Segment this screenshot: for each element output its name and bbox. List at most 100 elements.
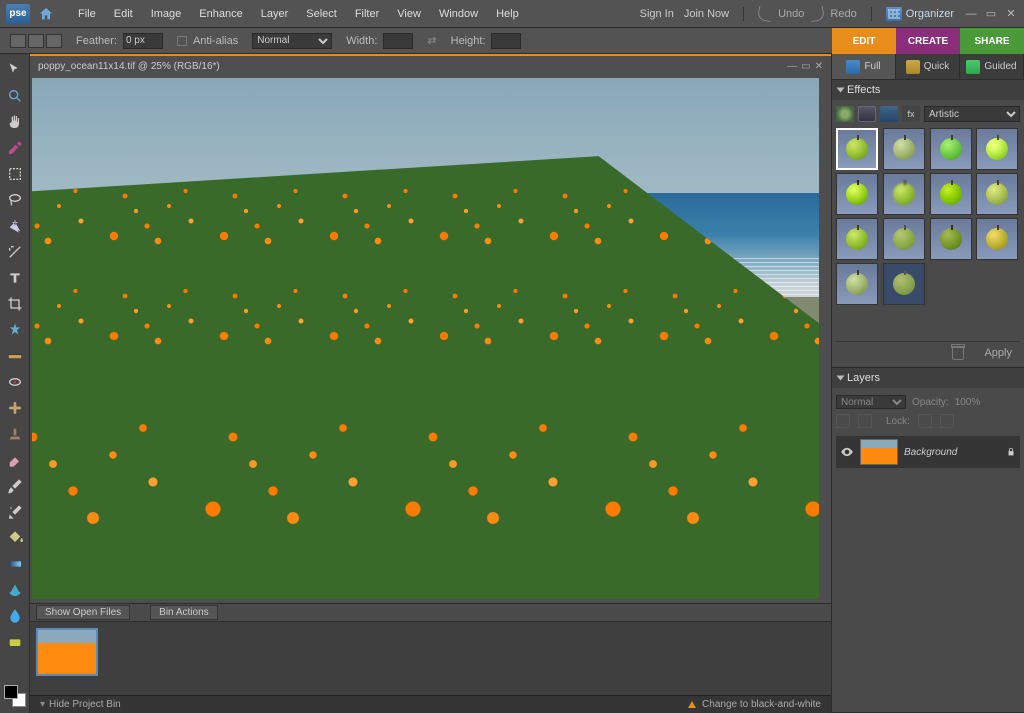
lock-transparency-icon[interactable] [918,414,932,428]
home-icon[interactable] [36,4,56,24]
lasso-tool-icon[interactable] [5,190,25,210]
healing-brush-tool-icon[interactable] [5,398,25,418]
move-tool-icon[interactable] [5,60,25,80]
canvas[interactable] [32,78,819,599]
shape-tool-icon[interactable] [5,580,25,600]
effect-thumb[interactable] [976,218,1018,260]
swap-dims-icon[interactable]: ⇄ [427,34,436,47]
menu-filter[interactable]: Filter [347,4,387,24]
hide-project-bin[interactable]: Hide Project Bin [49,699,121,710]
effect-thumb[interactable] [883,173,925,215]
effect-thumb[interactable] [883,218,925,260]
eraser-tool-icon[interactable] [5,450,25,470]
layer-name[interactable]: Background [904,447,1000,458]
eyedropper-tool-icon[interactable] [5,138,25,158]
bin-thumbnail[interactable] [36,628,98,676]
opacity-value[interactable]: 100% [955,397,981,408]
clone-stamp-tool-icon[interactable] [5,424,25,444]
menu-file[interactable]: File [70,4,104,24]
layer-thumbnail[interactable] [860,439,898,465]
crop-tool-icon[interactable] [5,294,25,314]
layers-panel-header[interactable]: Layers [832,368,1024,388]
doc-minimize-icon[interactable]: — [787,61,797,72]
mode-create-tab[interactable]: CREATE [896,28,960,54]
cookie-cutter-tool-icon[interactable] [5,320,25,340]
smart-brush-tool-icon[interactable] [5,502,25,522]
straighten-tool-icon[interactable] [5,346,25,366]
sign-in-link[interactable]: Sign In [640,8,674,20]
effect-thumb[interactable] [883,128,925,170]
redo-label[interactable]: Redo [830,8,856,20]
effects-category-select[interactable]: Artistic [924,106,1020,122]
redeye-tool-icon[interactable] [5,372,25,392]
view-tab-quick[interactable]: Quick [896,54,960,79]
blend-mode-select[interactable]: Normal [836,395,906,409]
zoom-tool-icon[interactable] [5,86,25,106]
marquee-tool-icon[interactable] [5,164,25,184]
doc-restore-icon[interactable]: ▭ [801,61,810,72]
close-button[interactable]: ✕ [1004,7,1018,21]
selection-mode-icons[interactable] [10,34,62,48]
effect-thumb[interactable] [836,263,878,305]
menu-enhance[interactable]: Enhance [191,4,250,24]
effect-thumb[interactable] [976,173,1018,215]
mode-share-tab[interactable]: SHARE [960,28,1024,54]
doc-close-icon[interactable]: ✕ [815,61,823,72]
menu-image[interactable]: Image [143,4,190,24]
menu-edit[interactable]: Edit [106,4,141,24]
menu-select[interactable]: Select [298,4,345,24]
lock-all-icon[interactable] [940,414,954,428]
paint-bucket-tool-icon[interactable] [5,528,25,548]
apply-button[interactable]: Apply [984,347,1012,359]
organizer-button[interactable]: Organizer [886,7,954,21]
fx-filters-icon[interactable] [836,106,854,122]
antialias-checkbox[interactable] [177,36,187,46]
quick-selection-tool-icon[interactable] [5,242,25,262]
brush-tool-icon[interactable] [5,476,25,496]
mode-edit-tab[interactable]: EDIT [832,28,896,54]
view-tab-full[interactable]: Full [832,54,896,79]
fx-all-icon[interactable]: fx [902,106,920,122]
effect-thumb[interactable] [930,173,972,215]
hand-tool-icon[interactable] [5,112,25,132]
height-input[interactable] [491,33,521,49]
effect-thumb[interactable] [930,128,972,170]
type-tool-icon[interactable] [5,268,25,288]
selection-mode-select[interactable]: Normal [252,33,332,49]
effect-thumb[interactable] [976,128,1018,170]
join-now-link[interactable]: Join Now [684,8,729,20]
sponge-tool-icon[interactable] [5,632,25,652]
effect-thumb[interactable] [930,218,972,260]
visibility-icon[interactable] [840,445,854,459]
layer-item[interactable]: Background [836,436,1020,468]
new-layer-icon[interactable] [836,414,850,428]
restore-button[interactable]: ▭ [984,7,998,21]
app-logo[interactable]: pse [6,4,30,24]
menu-window[interactable]: Window [431,4,486,24]
foreground-color-swatch[interactable] [4,685,18,699]
magic-wand-tool-icon[interactable] [5,216,25,236]
bin-actions-button[interactable]: Bin Actions [150,605,217,620]
minimize-button[interactable]: — [964,7,978,21]
fx-layerstyles-icon[interactable] [858,106,876,122]
delete-layer-icon[interactable] [858,414,872,428]
menu-view[interactable]: View [389,4,429,24]
width-input[interactable] [383,33,413,49]
gradient-tool-icon[interactable] [5,554,25,574]
view-tab-guided[interactable]: Guided [960,54,1024,79]
effect-thumb[interactable] [883,263,925,305]
feather-input[interactable] [123,33,163,49]
redo-icon[interactable] [809,5,825,21]
show-open-files-button[interactable]: Show Open Files [36,605,130,620]
effect-thumb[interactable] [836,173,878,215]
menu-help[interactable]: Help [488,4,527,24]
undo-label[interactable]: Undo [778,8,804,20]
effects-panel-header[interactable]: Effects [832,80,1024,100]
document-titlebar[interactable]: poppy_ocean11x14.tif @ 25% (RGB/16*) — ▭… [30,54,831,76]
color-swatches[interactable] [4,685,26,707]
fx-photoeffects-icon[interactable] [880,106,898,122]
menu-layer[interactable]: Layer [253,4,297,24]
effect-thumb[interactable] [836,218,878,260]
undo-icon[interactable] [757,5,773,21]
effect-thumb[interactable] [836,128,878,170]
